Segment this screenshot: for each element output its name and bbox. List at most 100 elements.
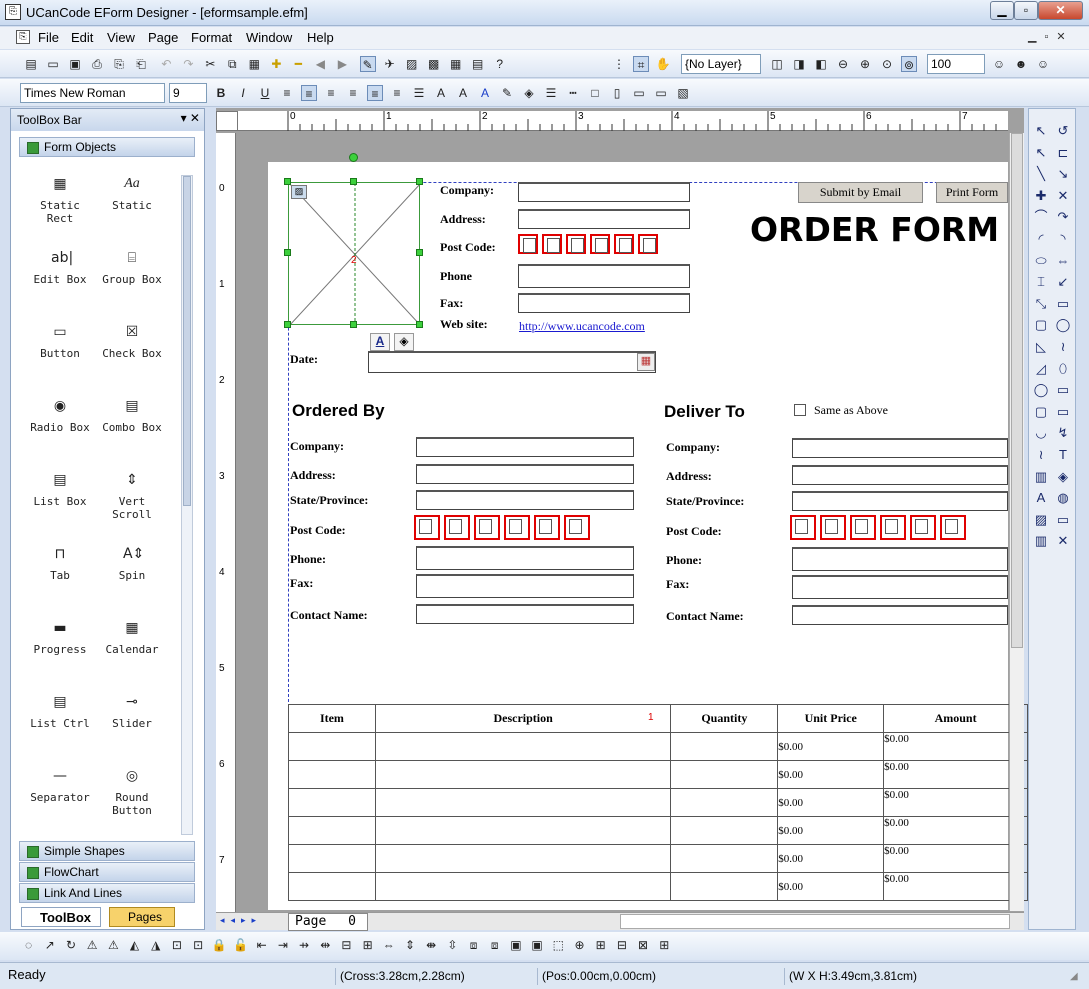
amount-cell[interactable]: $0.00 <box>883 816 1028 845</box>
layers-icon[interactable]: ◧ <box>813 56 829 72</box>
bezier-icon[interactable]: ◜ <box>1031 229 1051 249</box>
align-tool-icon[interactable]: ⚠ <box>105 937 121 953</box>
snap-icon[interactable]: ⌗ <box>633 56 649 72</box>
postcode-box[interactable] <box>414 515 440 540</box>
submit-email-button[interactable]: Submit by Email <box>798 182 923 203</box>
tool-calendar[interactable]: ▦ Calendar <box>97 619 167 656</box>
align-top-icon[interactable]: ≡ <box>345 85 361 101</box>
cloud-icon[interactable]: ◯ <box>1053 315 1073 335</box>
postcode-box[interactable] <box>518 234 538 254</box>
mdi-controls[interactable]: ▁▫✕ <box>1028 30 1074 43</box>
postcode-box[interactable] <box>880 515 906 540</box>
user-save-icon[interactable]: ☺ <box>1035 56 1051 72</box>
font-size-select[interactable]: 9 <box>169 83 207 103</box>
tool-check-box[interactable]: ☒ Check Box <box>97 323 167 360</box>
bezier-closed-icon[interactable]: ◝ <box>1053 229 1073 249</box>
connector-icon[interactable]: ⤡ <box>1031 294 1051 314</box>
design-mode-icon[interactable]: ✎ <box>359 56 376 72</box>
postcode-box[interactable] <box>534 515 560 540</box>
dt-address-field[interactable] <box>792 465 1008 485</box>
ob-phone-field[interactable] <box>416 546 634 570</box>
arc2-icon[interactable]: ◡ <box>1031 423 1051 443</box>
align-tool-icon[interactable]: ⊟ <box>338 937 354 953</box>
postcode-box[interactable] <box>820 515 846 540</box>
same-as-above-checkbox[interactable] <box>794 404 806 416</box>
tool-round-button[interactable]: ◎ Round Button <box>97 767 167 817</box>
new-icon[interactable]: ▤ <box>23 56 39 72</box>
fill-icon[interactable]: ◈ <box>394 333 414 351</box>
line-color-icon[interactable]: ✎ <box>499 85 515 101</box>
align-tool-icon[interactable]: ⧈ <box>466 937 482 953</box>
image-icon[interactable]: ▨ <box>1031 510 1051 530</box>
cell[interactable] <box>374 872 672 901</box>
unit-price-cell[interactable]: $0.00 <box>777 844 885 873</box>
postcode-box[interactable] <box>444 515 470 540</box>
company-field[interactable] <box>518 182 690 202</box>
postcode-box[interactable] <box>474 515 500 540</box>
tool-static[interactable]: Aa Static <box>97 175 167 212</box>
undo-icon[interactable]: ↶ <box>158 56 174 72</box>
cell[interactable] <box>288 732 376 761</box>
bitmap-icon[interactable]: ▨ <box>404 56 420 72</box>
postcode-boxes[interactable] <box>518 234 658 258</box>
horizontal-scrollbar[interactable] <box>620 914 1010 929</box>
fill-color-icon[interactable]: ◈ <box>521 85 537 101</box>
unit-price-cell[interactable]: $0.00 <box>777 872 885 901</box>
align-left-icon[interactable]: ≡ <box>279 85 295 101</box>
cell[interactable] <box>288 760 376 789</box>
group-link-lines[interactable]: Link And Lines <box>19 883 195 903</box>
paste-icon[interactable]: ▦ <box>246 56 262 72</box>
align-tool-icon[interactable]: 🔒 <box>211 937 227 953</box>
align-tool-icon[interactable]: ⬚ <box>550 937 566 953</box>
ob-contact-field[interactable] <box>416 604 634 624</box>
shrink-font-icon[interactable]: A <box>455 85 471 101</box>
address-field[interactable] <box>518 209 690 229</box>
amount-cell[interactable]: $0.00 <box>883 760 1028 789</box>
cell[interactable] <box>288 788 376 817</box>
align-tool-icon[interactable]: ↻ <box>63 937 79 953</box>
align-tool-icon[interactable]: 🔓 <box>232 937 248 953</box>
resize-handle[interactable] <box>416 321 423 328</box>
font-color-icon[interactable]: A <box>477 85 493 101</box>
resize-handle[interactable] <box>416 249 423 256</box>
resize-handle[interactable] <box>350 178 357 185</box>
toolbox-close-icon[interactable]: ▾ ✕ <box>181 111 200 125</box>
menu-view[interactable]: View <box>107 30 135 45</box>
border-bottom-icon[interactable]: ▭ <box>653 85 669 101</box>
table-icon[interactable]: ▤ <box>470 56 486 72</box>
align-center-icon[interactable]: ≡ <box>301 85 317 101</box>
preview-icon[interactable]: ⎙ <box>89 56 105 72</box>
forward-icon[interactable]: ▶ <box>334 56 350 72</box>
grow-font-icon[interactable]: A <box>433 85 449 101</box>
unit-price-cell[interactable]: $0.00 <box>777 760 885 789</box>
bold-icon[interactable]: B <box>213 85 229 101</box>
align-tool-icon[interactable]: ⊠ <box>635 937 651 953</box>
text-art-icon[interactable]: A <box>1031 488 1051 508</box>
align-tool-icon[interactable]: ⇸ <box>296 937 312 953</box>
page-nav-arrows[interactable]: ◂◂▸▸ <box>220 915 262 926</box>
globe-icon[interactable]: ◈ <box>1053 467 1073 487</box>
pen-icon[interactable]: ◺ <box>1031 337 1051 357</box>
postcode-box[interactable] <box>940 515 966 540</box>
border-icon[interactable]: □ <box>587 85 603 101</box>
page-tab[interactable]: Page 0 <box>288 913 368 931</box>
cell[interactable] <box>670 788 779 817</box>
align-tool-icon[interactable]: ⇹ <box>317 937 333 953</box>
remove-icon[interactable]: ━ <box>290 56 306 72</box>
barcode-icon[interactable]: ▥ <box>1031 467 1051 487</box>
frame-icon[interactable]: ▭ <box>1053 510 1073 530</box>
resize-handle[interactable] <box>284 249 291 256</box>
font-icon[interactable]: A <box>370 333 390 351</box>
user-settings-icon[interactable]: ☻ <box>1013 56 1029 72</box>
align-tool-icon[interactable]: ⇥ <box>275 937 291 953</box>
align-tool-icon[interactable]: ◭ <box>127 937 143 953</box>
cell[interactable] <box>288 816 376 845</box>
resize-handle[interactable] <box>350 321 357 328</box>
font-select[interactable]: Times New Roman <box>20 83 165 103</box>
rotate-handle[interactable] <box>349 153 358 162</box>
border-top-icon[interactable]: ▭ <box>631 85 647 101</box>
menu-file[interactable]: File <box>38 30 59 45</box>
tool-spin[interactable]: A⇕ Spin <box>97 545 167 582</box>
bullets-icon[interactable]: ☰ <box>411 85 427 101</box>
align-middle-icon[interactable]: ≡ <box>367 85 383 101</box>
